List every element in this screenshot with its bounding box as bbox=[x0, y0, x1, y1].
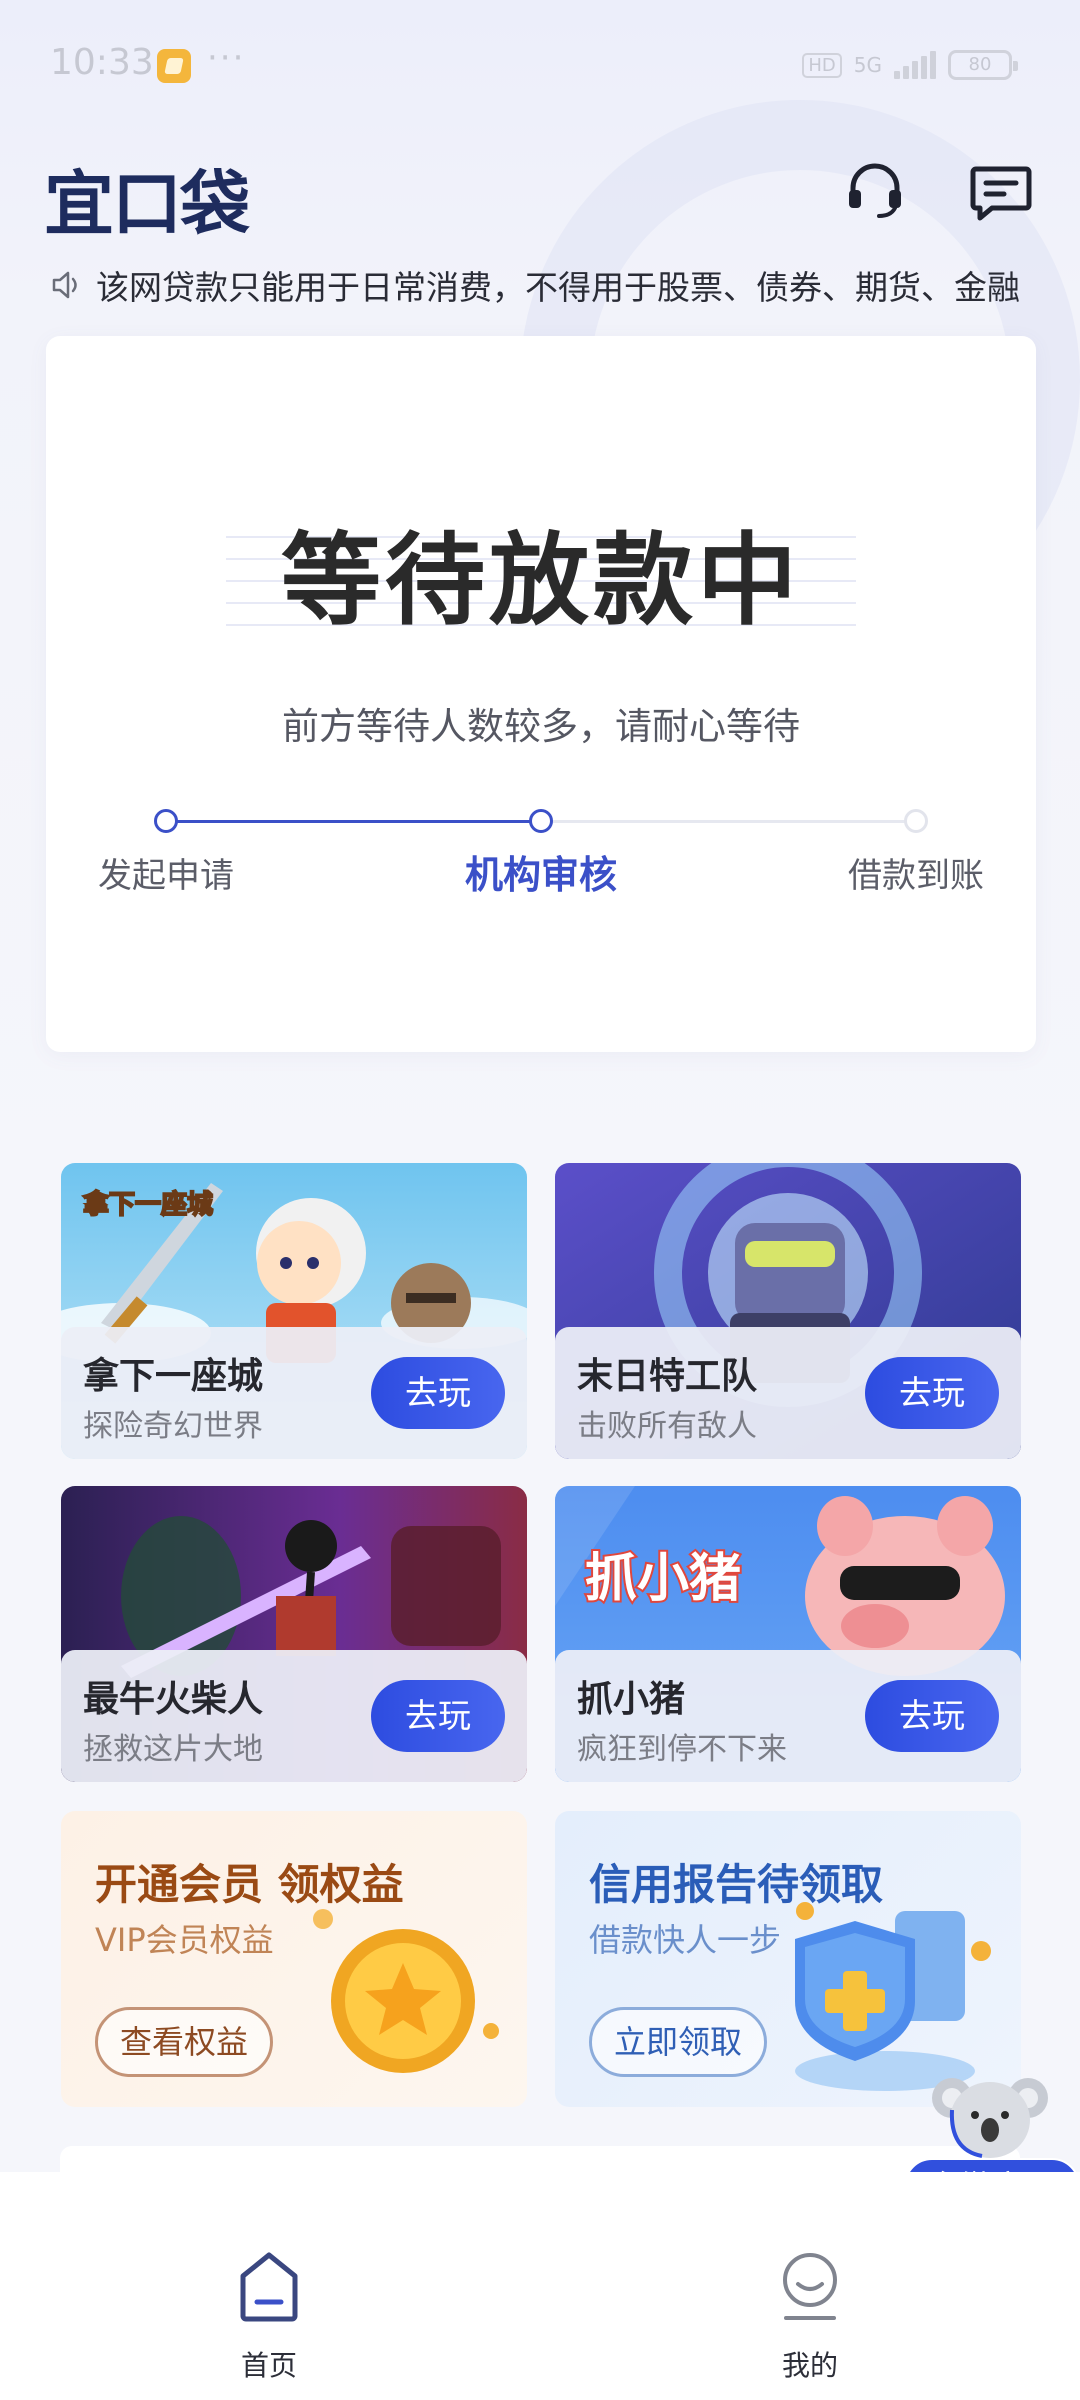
progress-line-done bbox=[166, 820, 541, 823]
step-label-apply: 发起申请 bbox=[98, 856, 234, 896]
game-desc: 疯狂到停不下来 bbox=[577, 1732, 787, 1767]
notification-app-icon bbox=[157, 49, 191, 83]
network-type: 5G bbox=[853, 53, 882, 77]
game-card[interactable]: 拿下一座城 拿下一座城 探险奇幻世界 去玩 bbox=[61, 1163, 527, 1459]
customer-service-headset-icon[interactable] bbox=[845, 160, 905, 220]
nav-label-home: 首页 bbox=[240, 2349, 297, 2382]
status-indicators: HD 5G 80 bbox=[802, 48, 1018, 82]
status-title-area: 等待放款中 bbox=[226, 516, 856, 646]
app-logo: 宜口袋 bbox=[44, 163, 250, 245]
play-button[interactable]: 去玩 bbox=[865, 1357, 999, 1429]
vip-promo-card[interactable]: 开通会员 领权益 VIP会员权益 查看权益 bbox=[61, 1811, 527, 2107]
game-name: 末日特工队 bbox=[577, 1356, 758, 1397]
gold-coin-icon bbox=[313, 1909, 499, 2073]
status-subtitle: 前方等待人数较多，请耐心等待 bbox=[282, 705, 800, 748]
nav-item-home[interactable]: 首页 bbox=[169, 2172, 369, 2400]
step-dot-funded bbox=[904, 809, 928, 833]
status-bar: 10:33 ··· HD 5G 80 bbox=[0, 0, 1080, 130]
step-dot-review bbox=[529, 809, 553, 833]
step-label-funded: 借款到账 bbox=[848, 856, 984, 896]
play-button[interactable]: 去玩 bbox=[865, 1680, 999, 1752]
promo-title: 信用报告待领取 bbox=[589, 1860, 884, 1909]
hd-icon: HD bbox=[802, 52, 842, 78]
game-desc: 击败所有敌人 bbox=[577, 1409, 757, 1444]
game-banner-title: 拿下一座城 bbox=[82, 1189, 213, 1220]
promo-title: 开通会员 领权益 bbox=[95, 1860, 404, 1909]
game-card[interactable]: 抓小猪 抓小猪 疯狂到停不下来 去玩 bbox=[555, 1486, 1021, 1782]
signal-icon bbox=[894, 51, 936, 79]
message-icon[interactable] bbox=[970, 165, 1032, 221]
game-name: 拿下一座城 bbox=[83, 1356, 264, 1397]
game-name: 最牛火柴人 bbox=[83, 1679, 264, 1720]
status-title: 等待放款中 bbox=[281, 522, 801, 639]
game-banner-title: 抓小猪 bbox=[585, 1549, 741, 1609]
game-info: 最牛火柴人 拯救这片大地 去玩 bbox=[61, 1650, 527, 1782]
battery-icon: 80 bbox=[948, 50, 1018, 80]
game-card[interactable]: 末日特工队 击败所有敌人 去玩 bbox=[555, 1163, 1021, 1459]
more-notifications-icon: ··· bbox=[207, 38, 246, 78]
game-info: 末日特工队 击败所有敌人 去玩 bbox=[555, 1327, 1021, 1459]
play-button[interactable]: 去玩 bbox=[371, 1680, 505, 1752]
nav-item-profile[interactable]: 我的 bbox=[710, 2172, 910, 2400]
loan-status-card: 等待放款中 前方等待人数较多，请耐心等待 发起申请 机构审核 借款到账 bbox=[46, 336, 1036, 1052]
view-benefits-button[interactable]: 查看权益 bbox=[95, 2007, 274, 2077]
koala-mascot-icon bbox=[932, 2078, 1048, 2158]
nav-label-profile: 我的 bbox=[781, 2349, 838, 2382]
profile-icon bbox=[783, 2253, 837, 2320]
play-button[interactable]: 去玩 bbox=[371, 1357, 505, 1429]
promo-subtitle: 借款快人一步 bbox=[589, 1921, 782, 1959]
step-label-review: 机构审核 bbox=[464, 853, 617, 897]
notice-bar[interactable]: 该网贷款只能用于日常消费，不得用于股票、债券、期货、金融 bbox=[50, 262, 1050, 308]
speaker-icon bbox=[52, 271, 77, 299]
claim-now-button[interactable]: 立即领取 bbox=[589, 2007, 768, 2077]
progress-line-pending bbox=[541, 820, 916, 823]
game-desc: 探险奇幻世界 bbox=[83, 1409, 263, 1444]
status-time: 10:33 bbox=[50, 42, 154, 83]
home-icon bbox=[240, 2252, 298, 2322]
game-card[interactable]: 最牛火柴人 拯救这片大地 去玩 bbox=[61, 1486, 527, 1782]
promo-subtitle: VIP会员权益 bbox=[95, 1921, 274, 1959]
game-desc: 拯救这片大地 bbox=[83, 1732, 263, 1767]
notice-text: 该网贷款只能用于日常消费，不得用于股票、债券、期货、金融 bbox=[96, 268, 1020, 307]
app-screen: 10:33 ··· HD 5G 80 宜口袋 该网贷款只能用于日常消费，不得用于… bbox=[0, 0, 1080, 2400]
game-info: 拿下一座城 探险奇幻世界 去玩 bbox=[61, 1327, 527, 1459]
bottom-nav: 首页 我的 bbox=[0, 2172, 1080, 2400]
game-name: 抓小猪 bbox=[577, 1679, 686, 1720]
step-dot-apply bbox=[154, 809, 178, 833]
game-info: 抓小猪 疯狂到停不下来 去玩 bbox=[555, 1650, 1021, 1782]
